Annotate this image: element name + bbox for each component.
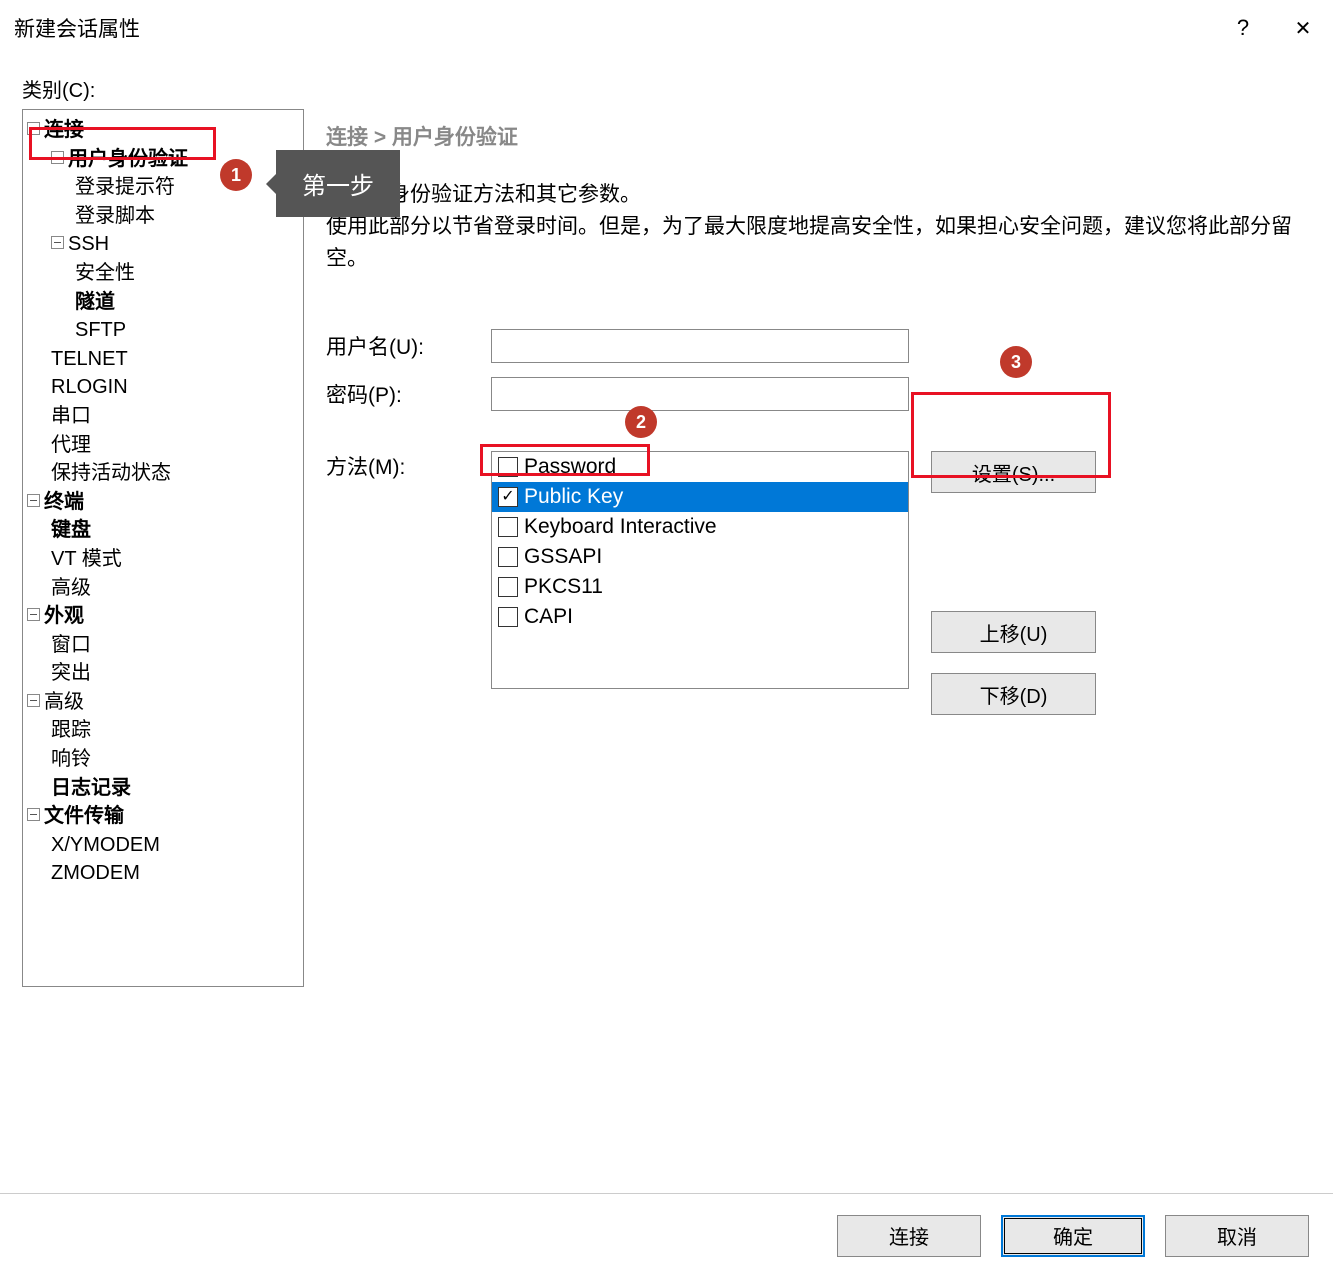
- tree-appearance[interactable]: 外观: [44, 605, 84, 627]
- tree-filetransfer[interactable]: 文件传输: [44, 805, 124, 827]
- tree-security[interactable]: 安全性: [75, 262, 135, 284]
- tree-toggle-icon[interactable]: [27, 694, 40, 707]
- password-input[interactable]: [491, 377, 909, 411]
- method-listbox[interactable]: Password Public Key Keyboard Interactive GS…: [491, 451, 909, 689]
- movedown-button[interactable]: 下移(D): [931, 673, 1096, 715]
- method-checkbox[interactable]: [498, 487, 518, 507]
- method-item-label: Public Key: [524, 485, 623, 509]
- tree-toggle-icon[interactable]: [27, 122, 40, 135]
- tree-keyboard[interactable]: 键盘: [51, 519, 91, 541]
- tree-terminal[interactable]: 终端: [44, 491, 84, 513]
- username-input[interactable]: [491, 329, 909, 363]
- tree-bell[interactable]: 响铃: [51, 748, 91, 770]
- tree-xymodem[interactable]: X/YMODEM: [51, 834, 160, 856]
- connect-button[interactable]: 连接: [837, 1215, 981, 1257]
- method-item-label: CAPI: [524, 605, 573, 629]
- annotation-label-1: 第一步: [276, 150, 400, 217]
- tree-telnet[interactable]: TELNET: [51, 348, 128, 370]
- method-item-keyboard-interactive[interactable]: Keyboard Interactive: [492, 512, 908, 542]
- method-item-label: PKCS11: [524, 575, 603, 599]
- method-checkbox[interactable]: [498, 457, 518, 477]
- method-item-gssapi[interactable]: GSSAPI: [492, 542, 908, 572]
- password-label: 密码(P):: [326, 379, 491, 409]
- method-item-capi[interactable]: CAPI: [492, 602, 908, 632]
- tree-auth[interactable]: 用户身份验证: [68, 148, 188, 170]
- titlebar: 新建会话属性 ? ✕: [0, 0, 1333, 56]
- help-button[interactable]: ?: [1213, 0, 1273, 56]
- tree-keepalive[interactable]: 保持活动状态: [51, 462, 171, 484]
- method-label: 方法(M):: [326, 451, 491, 481]
- method-checkbox[interactable]: [498, 517, 518, 537]
- details-panel: 连接 > 用户身份验证 请选择身份验证方法和其它参数。 使用此部分以节省登录时间…: [326, 109, 1311, 987]
- tree-toggle-icon[interactable]: [27, 494, 40, 507]
- cancel-button[interactable]: 取消: [1165, 1215, 1309, 1257]
- tree-highlight[interactable]: 突出: [51, 662, 91, 684]
- tree-toggle-icon[interactable]: [51, 236, 64, 249]
- tree-trace[interactable]: 跟踪: [51, 719, 91, 741]
- tree-logging[interactable]: 日志记录: [51, 777, 131, 799]
- method-checkbox[interactable]: [498, 577, 518, 597]
- method-item-label: Password: [524, 455, 616, 479]
- annotation-badge-2: 2: [625, 406, 657, 438]
- moveup-button[interactable]: 上移(U): [931, 611, 1096, 653]
- tree-serial[interactable]: 串口: [51, 405, 91, 427]
- tree-advanced[interactable]: 高级: [44, 691, 84, 713]
- ok-button[interactable]: 确定: [1001, 1215, 1145, 1257]
- tree-ssh[interactable]: SSH: [68, 233, 109, 255]
- description-text: 请选择身份验证方法和其它参数。 使用此部分以节省登录时间。但是，为了最大限度地提…: [326, 179, 1311, 275]
- settings-button[interactable]: 设置(S)...: [931, 451, 1096, 493]
- tree-toggle-icon[interactable]: [27, 808, 40, 821]
- tree-toggle-icon[interactable]: [51, 151, 64, 164]
- category-tree[interactable]: 连接 用户身份验证 登录提示符 登录脚本 SSH 安全性 隧道 SFTP TEL…: [22, 109, 304, 987]
- method-checkbox[interactable]: [498, 607, 518, 627]
- method-item-password[interactable]: Password: [492, 452, 908, 482]
- category-label: 类别(C):: [22, 74, 1311, 103]
- annotation-badge-1: 1: [220, 159, 252, 191]
- method-item-label: GSSAPI: [524, 545, 602, 569]
- tree-toggle-icon[interactable]: [27, 608, 40, 621]
- close-button[interactable]: ✕: [1273, 0, 1333, 56]
- annotation-badge-3: 3: [1000, 346, 1032, 378]
- tree-connection[interactable]: 连接: [44, 119, 84, 141]
- tree-advanced1[interactable]: 高级: [51, 577, 91, 599]
- tree-tunnel[interactable]: 隧道: [75, 291, 115, 313]
- dialog-button-bar: 连接 确定 取消: [0, 1193, 1333, 1277]
- tree-window[interactable]: 窗口: [51, 634, 91, 656]
- tree-vt[interactable]: VT 模式: [51, 548, 122, 570]
- tree-prompt[interactable]: 登录提示符: [75, 176, 175, 198]
- method-item-pkcs11[interactable]: PKCS11: [492, 572, 908, 602]
- method-item-public-key[interactable]: Public Key: [492, 482, 908, 512]
- method-checkbox[interactable]: [498, 547, 518, 567]
- tree-script[interactable]: 登录脚本: [75, 205, 155, 227]
- username-label: 用户名(U):: [326, 331, 491, 361]
- window-title: 新建会话属性: [14, 13, 140, 43]
- method-item-label: Keyboard Interactive: [524, 515, 717, 539]
- tree-zmodem[interactable]: ZMODEM: [51, 862, 140, 884]
- tree-sftp[interactable]: SFTP: [75, 319, 126, 341]
- tree-rlogin[interactable]: RLOGIN: [51, 376, 128, 398]
- breadcrumb: 连接 > 用户身份验证: [326, 121, 1311, 151]
- tree-proxy[interactable]: 代理: [51, 434, 91, 456]
